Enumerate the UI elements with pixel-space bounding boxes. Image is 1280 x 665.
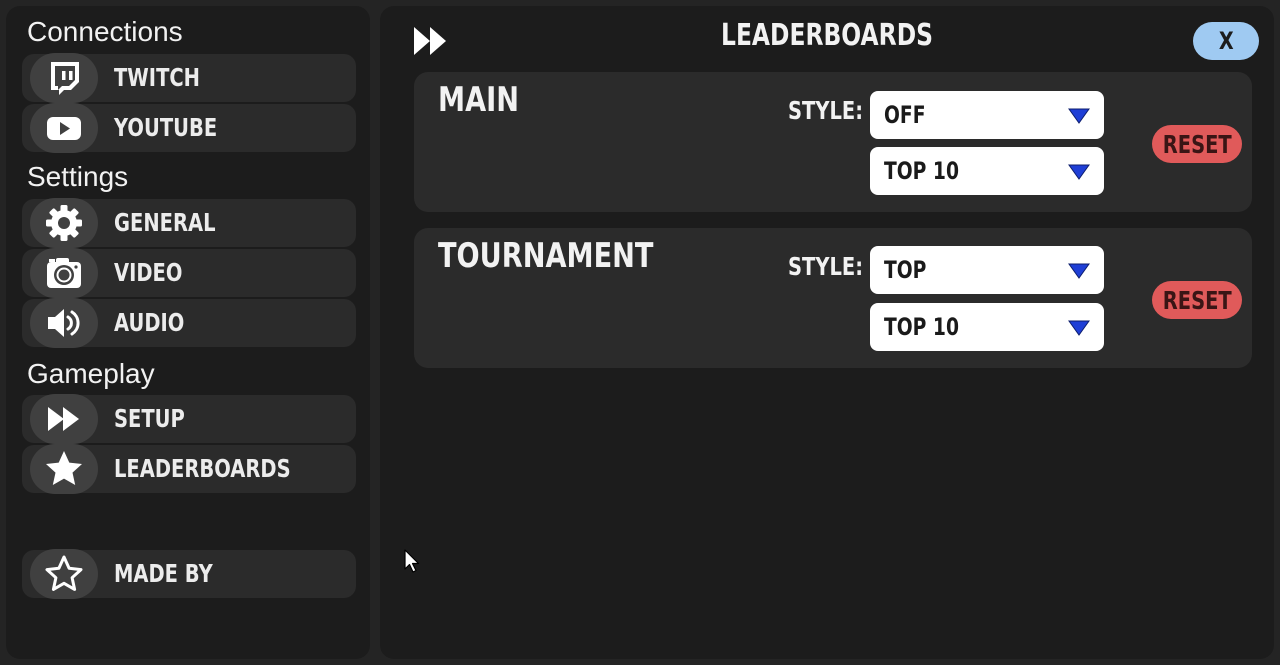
star-outline-icon [30,549,98,599]
leaderboard-card-tournament: TOURNAMENT STYLE: TOP TOP 10 RESET [414,228,1252,368]
sidebar-item-made-by[interactable]: MADE BY [22,549,356,599]
fast-forward-icon[interactable] [412,24,452,58]
youtube-icon [30,103,98,153]
gear-icon [30,198,98,248]
sidebar-item-label: VIDEO [114,258,183,287]
close-button-label: X [1218,27,1234,55]
style-dropdown-value: OFF [884,101,926,129]
section-title-gameplay: Gameplay [27,358,155,389]
twitch-icon [30,53,98,103]
sidebar-item-video[interactable]: VIDEO [22,248,356,298]
fast-forward-icon [30,394,98,444]
sidebar-item-label: TWITCH [114,63,201,92]
count-dropdown[interactable]: TOP 10 [870,147,1104,195]
close-button[interactable]: X [1193,22,1259,60]
speaker-icon [30,298,98,348]
sidebar-item-label: MADE BY [114,559,213,588]
sidebar-item-youtube[interactable]: YOUTUBE [22,103,356,153]
count-dropdown[interactable]: TOP 10 [870,303,1104,351]
main-panel: LEADERBOARDS X MAIN STYLE: OFF TOP 10 RE… [380,6,1274,659]
style-dropdown[interactable]: TOP [870,246,1104,294]
style-dropdown-value: TOP [884,256,927,284]
card-title: MAIN [438,80,520,120]
sidebar-item-label: AUDIO [114,308,185,337]
section-title-settings: Settings [27,161,129,192]
sidebar-item-label: LEADERBOARDS [114,454,291,483]
section-title-connections: Connections [27,16,183,47]
count-dropdown-value: TOP 10 [884,313,959,341]
reset-button[interactable]: RESET [1152,125,1242,163]
style-dropdown[interactable]: OFF [870,91,1104,139]
count-dropdown-value: TOP 10 [884,157,959,185]
chevron-down-icon [1068,263,1090,279]
leaderboard-card-main: MAIN STYLE: OFF TOP 10 RESET [414,72,1252,212]
sidebar-item-label: GENERAL [114,208,216,237]
mouse-cursor-icon [404,549,420,573]
sidebar-item-twitch[interactable]: TWITCH [22,53,356,103]
sidebar-item-audio[interactable]: AUDIO [22,298,356,348]
sidebar-item-general[interactable]: GENERAL [22,198,356,248]
chevron-down-icon [1068,164,1090,180]
sidebar-item-setup[interactable]: SETUP [22,394,356,444]
sidebar-item-leaderboards[interactable]: LEADERBOARDS [22,444,356,494]
sidebar-item-label: YOUTUBE [114,113,218,142]
reset-button-label: RESET [1162,129,1232,159]
style-label: STYLE: [788,96,864,125]
reset-button-label: RESET [1162,285,1232,315]
page-title: LEADERBOARDS [721,18,933,53]
chevron-down-icon [1068,108,1090,124]
sidebar-item-label: SETUP [114,404,185,433]
star-icon [30,444,98,494]
reset-button[interactable]: RESET [1152,281,1242,319]
sidebar: Connections TWITCH YOUTUBE Settings GENE… [6,6,370,659]
chevron-down-icon [1068,320,1090,336]
card-title: TOURNAMENT [438,236,654,276]
camera-icon [30,248,98,298]
style-label: STYLE: [788,252,864,281]
